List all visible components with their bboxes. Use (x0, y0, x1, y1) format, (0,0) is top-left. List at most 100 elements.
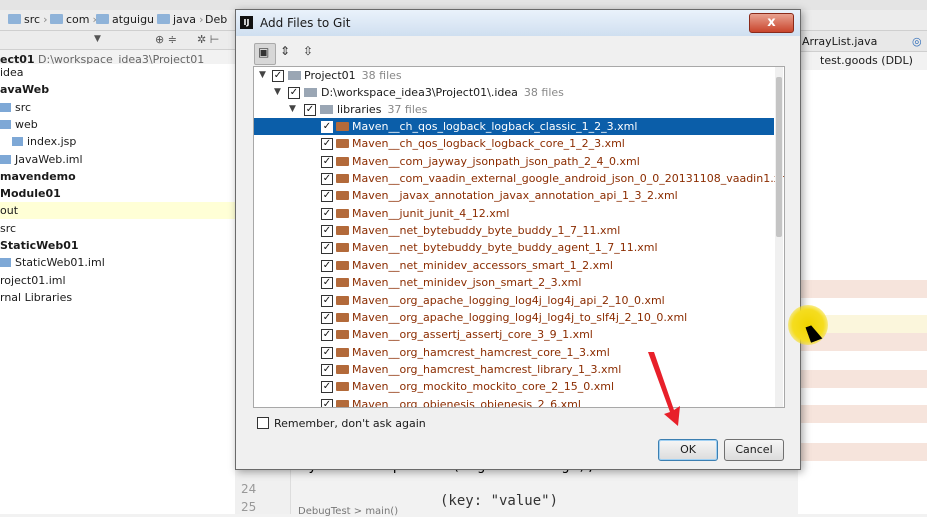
dropdown-icon[interactable]: ▼ (94, 34, 101, 44)
gear-icon[interactable]: ✲ ⊢ (197, 33, 219, 46)
xml-file-icon (336, 174, 349, 184)
xml-file-icon (336, 260, 349, 270)
checkbox[interactable]: ✓ (321, 381, 333, 394)
sync-icon[interactable]: ⊕ ≑ (155, 33, 177, 46)
cancel-button[interactable]: Cancel (724, 439, 784, 461)
project-tree-label: web (15, 117, 38, 131)
checkbox[interactable]: ✓ (321, 138, 333, 151)
project-tree-item[interactable]: web (0, 116, 38, 133)
checkbox[interactable]: ✓ (321, 363, 333, 376)
vertical-scrollbar[interactable] (775, 67, 783, 407)
group-by-directory-button[interactable]: ▣ (254, 43, 276, 65)
xml-file-icon (336, 122, 349, 131)
checkbox[interactable]: ✓ (272, 70, 284, 82)
file-row[interactable]: ✓ Maven__ch_qos_logback_logback_core_1_2_… (254, 135, 774, 152)
checkbox[interactable]: ✓ (321, 398, 333, 407)
dialog-title: Add Files to Git (260, 16, 351, 30)
file-row[interactable]: ✓ Maven__net_minidev_accessors_smart_1_2.… (254, 257, 774, 274)
file-row[interactable]: ✓ Maven__org_apache_logging_log4j_log4j_t… (254, 309, 774, 326)
close-button[interactable]: x (749, 13, 794, 33)
checkbox[interactable]: ✓ (321, 242, 333, 255)
file-row[interactable]: ✓ Maven__com_vaadin_external_google_andro… (254, 170, 784, 187)
annotation-arrow (648, 352, 680, 426)
file-row[interactable]: ✓ Maven__junit_junit_4_12.xml (254, 205, 774, 222)
file-row[interactable]: ✓ Maven__net_bytebuddy_byte_buddy_1_7_11.… (254, 222, 774, 239)
checkbox[interactable]: ✓ (321, 121, 333, 133)
crumb-atguigu[interactable]: atguigu› (96, 13, 161, 26)
xml-file-icon (336, 208, 349, 218)
directory-label: D:\workspace_idea3\Project01\.idea (321, 86, 518, 99)
tab-test-goods[interactable]: test.goods (DDL) (820, 54, 913, 67)
expand-arrow-icon[interactable]: ▼ (289, 101, 296, 118)
file-row[interactable]: ✓ Maven__org_apache_logging_log4j_log4j_a… (254, 292, 774, 309)
file-row[interactable]: ✓ Maven__net_bytebuddy_byte_buddy_agent_1… (254, 239, 774, 256)
file-name: Maven__org_assertj_assertj_core_3_9_1.xm… (352, 328, 593, 342)
project-tree-label: index.jsp (27, 135, 77, 149)
file-row[interactable]: ✓ Maven__com_jayway_jsonpath_json_path_2_… (254, 153, 774, 170)
project-tree-item[interactable]: avaWeb (0, 81, 49, 98)
checkbox[interactable]: ✓ (321, 207, 333, 220)
expand-all-button[interactable]: ⇕ (277, 43, 297, 63)
project-tree-item[interactable]: idea (0, 64, 24, 81)
project-tree-label: StaticWeb01.iml (15, 256, 105, 270)
checkbox[interactable]: ✓ (288, 87, 300, 99)
checkbox[interactable]: ✓ (304, 104, 316, 116)
expand-arrow-icon[interactable]: ▼ (259, 67, 266, 84)
file-name: Maven__ch_qos_logback_logback_core_1_2_3… (352, 137, 625, 151)
project-tree-item[interactable]: roject01.iml (0, 272, 66, 289)
project-tree-item[interactable]: src (0, 99, 31, 116)
file-row[interactable]: ✓ Maven__net_minidev_json_smart_2_3.xml (254, 274, 774, 291)
scrollbar-thumb[interactable] (776, 77, 782, 237)
expand-arrow-icon[interactable]: ▼ (274, 84, 281, 101)
remember-checkbox[interactable] (257, 417, 269, 429)
crumb-java[interactable]: java › (157, 13, 203, 26)
file-name: Maven__ch_qos_logback_logback_classic_1_… (352, 120, 638, 133)
project-tree-item[interactable]: mavendemo (0, 168, 76, 185)
file-row[interactable]: ✓ Maven__ch_qos_logback_logback_classic_1… (254, 118, 774, 135)
project-toolbar: ▼ ⊕ ≑ ✲ ⊢ (0, 31, 235, 50)
file-name: Maven__com_vaadin_external_google_androi… (352, 172, 785, 186)
collapse-all-button[interactable]: ⇳ (300, 43, 320, 63)
checkbox[interactable]: ✓ (321, 155, 333, 168)
folder-icon (304, 88, 317, 97)
checkbox[interactable]: ✓ (321, 346, 333, 359)
project-tree-item[interactable]: StaticWeb01 (0, 237, 79, 254)
editor-gutter: 24 25 (235, 468, 291, 514)
ok-button[interactable]: OK (658, 439, 718, 461)
checkbox[interactable]: ✓ (321, 225, 333, 238)
project-tree-label: StaticWeb01 (0, 239, 79, 252)
project-tree-item[interactable]: src (0, 220, 16, 237)
line-number: 25 (241, 500, 257, 514)
folder-icon (0, 102, 11, 112)
project-tree-item[interactable]: StaticWeb01.iml (0, 254, 105, 271)
editor-tabs: ArrayList.java ◎ (798, 31, 927, 52)
project-tree-label: idea (0, 66, 24, 79)
project-tree-item[interactable]: rnal Libraries (0, 289, 72, 306)
project-tree-label: src (0, 221, 17, 235)
project-tree-item[interactable]: Module01 (0, 185, 61, 202)
crumb-class[interactable]: Deb (205, 13, 227, 26)
checkbox[interactable]: ✓ (321, 311, 333, 324)
checkbox[interactable]: ✓ (321, 329, 333, 342)
project-tree-item[interactable]: out (0, 202, 235, 220)
folder-icon (96, 14, 109, 24)
file-row[interactable]: ✓ Maven__javax_annotation_javax_annotatio… (254, 187, 774, 204)
file-tree-list[interactable]: ▼ ✓ Project01 38 files ▼ ✓ D:\workspace_i… (253, 66, 785, 408)
highlight-line (798, 443, 927, 461)
project-tree-item[interactable]: JavaWeb.iml (0, 151, 83, 168)
remember-option[interactable]: Remember, don't ask again (257, 417, 426, 430)
intellij-app-icon: IJ (240, 16, 253, 29)
highlight-line (798, 280, 927, 298)
file-row[interactable]: ✓ Maven__org_assertj_assertj_core_3_9_1.x… (254, 326, 774, 343)
crumb-com[interactable]: com › (50, 13, 97, 26)
checkbox[interactable]: ✓ (321, 190, 333, 203)
checkbox[interactable]: ✓ (321, 259, 333, 272)
tab-overflow-icon[interactable]: ◎ (912, 35, 922, 48)
crumb-src[interactable]: src › (8, 13, 47, 26)
project-tree-item[interactable]: index.jsp (12, 133, 76, 150)
file-name: Maven__net_minidev_json_smart_2_3.xml (352, 276, 582, 290)
checkbox[interactable]: ✓ (321, 294, 333, 307)
checkbox[interactable]: ✓ (321, 277, 333, 290)
checkbox[interactable]: ✓ (321, 173, 333, 186)
tab-arraylist[interactable]: ArrayList.java (802, 35, 877, 48)
